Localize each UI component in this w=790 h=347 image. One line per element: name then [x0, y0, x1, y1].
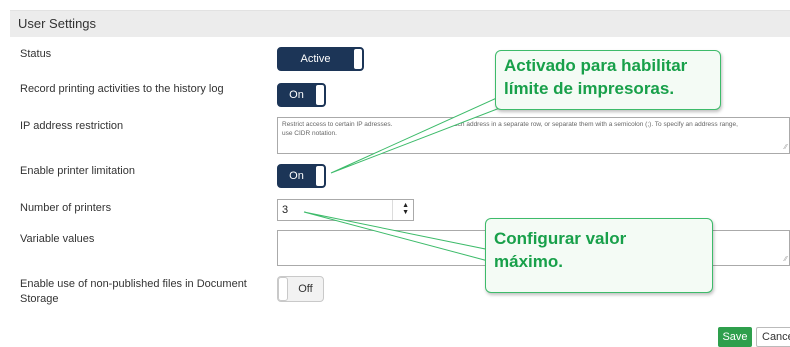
callout-top-line2: límite de impresoras. [504, 79, 675, 98]
callout-bottom-line2: máximo. [494, 252, 563, 271]
annotation-callout-bottom: Configurar valor máximo. [485, 218, 713, 293]
callout-bottom-line1: Configurar valor [494, 229, 627, 248]
bottom-callout-pointer [303, 211, 501, 263]
annotation-callout-top: Activado para habilitar límite de impres… [495, 50, 721, 110]
callout-top-line1: Activado para habilitar [504, 56, 688, 75]
